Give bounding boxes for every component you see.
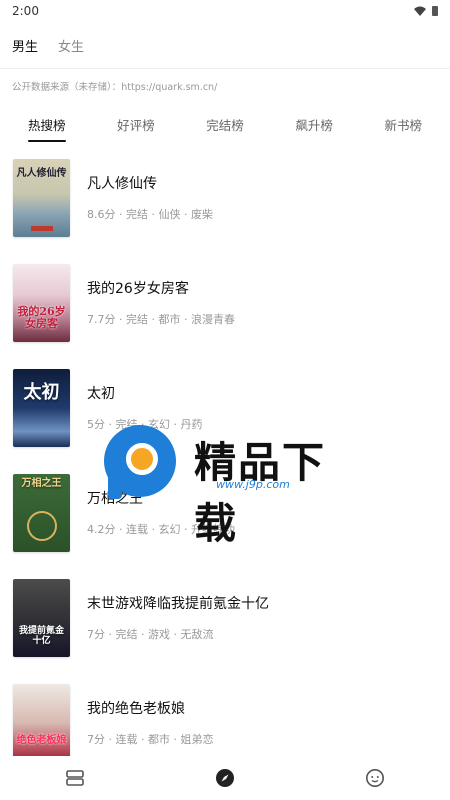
book-title: 我的绝色老板娘 xyxy=(87,701,185,717)
book-item[interactable]: 万相之王 万相之王 4.2分 · 连载 · 玄幻 · 升级练功 xyxy=(0,460,450,565)
book-list: 凡人修仙传 凡人修仙传 8.6分 · 完结 · 仙侠 · 废柴 我的26岁女房客… xyxy=(0,145,450,775)
book-title: 末世游戏降临我提前氪金十亿 xyxy=(87,596,269,612)
book-info: 凡人修仙传 8.6分 · 完结 · 仙侠 · 废柴 xyxy=(87,173,213,222)
cover-title: 凡人修仙传 xyxy=(16,167,67,179)
cover-title: 我的26岁女房客 xyxy=(17,305,66,331)
book-title: 万相之王 xyxy=(87,491,143,507)
book-item[interactable]: 我提前氪金十亿 末世游戏降临我提前氪金十亿 7分 · 完结 · 游戏 · 无敌流 xyxy=(0,565,450,670)
book-item[interactable]: 太初 太初 5分 · 完结 · 玄幻 · 丹药 xyxy=(0,355,450,460)
book-info: 我的26岁女房客 7.7分 · 完结 · 都市 · 浪漫青春 xyxy=(87,278,235,327)
cover-tag xyxy=(30,225,53,231)
battery-icon xyxy=(432,6,438,16)
wifi-icon xyxy=(414,6,426,16)
book-info: 我的绝色老板娘 7分 · 连载 · 都市 · 姐弟恋 xyxy=(87,698,213,747)
nav-discover[interactable] xyxy=(205,763,245,793)
book-cover: 我的26岁女房客 xyxy=(13,263,70,342)
book-info: 末世游戏降临我提前氪金十亿 7分 · 完结 · 游戏 · 无敌流 xyxy=(87,593,269,642)
book-title: 我的26岁女房客 xyxy=(87,281,189,297)
cover-title: 我提前氪金十亿 xyxy=(18,625,64,646)
nav-bookshelf[interactable] xyxy=(55,763,95,793)
book-meta: 8.6分 · 完结 · 仙侠 · 废柴 xyxy=(87,208,213,221)
book-cover: 万相之王 xyxy=(13,473,70,552)
book-cover: 绝色老板娘 xyxy=(13,683,70,762)
book-meta: 4.2分 · 连载 · 玄幻 · 升级练功 xyxy=(87,523,235,536)
tab-male[interactable]: 男生 xyxy=(12,36,38,55)
book-cover: 凡人修仙传 xyxy=(13,158,70,237)
tab-completed[interactable]: 完结榜 xyxy=(206,109,244,140)
cover-title: 绝色老板娘 xyxy=(16,734,67,746)
book-cover: 太初 xyxy=(13,368,70,447)
book-item[interactable]: 凡人修仙传 凡人修仙传 8.6分 · 完结 · 仙侠 · 废柴 xyxy=(0,145,450,250)
tab-top-rated[interactable]: 好评榜 xyxy=(117,109,155,140)
data-source-note: 公开数据来源（未存储）：https://quark.sm.cn/ xyxy=(12,82,218,93)
bottom-nav xyxy=(0,756,450,800)
tab-female[interactable]: 女生 xyxy=(58,36,84,55)
status-bar: 2:00 xyxy=(0,0,450,22)
smiley-icon xyxy=(366,769,384,787)
nav-profile[interactable] xyxy=(355,763,395,793)
bookshelf-icon xyxy=(66,770,84,786)
tab-hot-search[interactable]: 热搜榜 xyxy=(28,109,66,142)
tab-rising[interactable]: 飙升榜 xyxy=(295,109,333,140)
gender-tabs: 男生 女生 xyxy=(0,22,450,68)
book-item[interactable]: 我的26岁女房客 我的26岁女房客 7.7分 · 完结 · 都市 · 浪漫青春 xyxy=(0,250,450,355)
book-meta: 7分 · 连载 · 都市 · 姐弟恋 xyxy=(87,733,214,746)
cover-title: 太初 xyxy=(23,381,60,403)
cover-emblem xyxy=(26,510,57,541)
book-meta: 5分 · 完结 · 玄幻 · 丹药 xyxy=(87,418,203,431)
tab-new-books[interactable]: 新书榜 xyxy=(384,109,422,140)
book-title: 凡人修仙传 xyxy=(87,176,157,192)
book-cover: 我提前氪金十亿 xyxy=(13,578,70,657)
book-info: 万相之王 4.2分 · 连载 · 玄幻 · 升级练功 xyxy=(87,488,235,537)
book-meta: 7分 · 完结 · 游戏 · 无敌流 xyxy=(87,628,214,641)
status-time: 2:00 xyxy=(12,4,39,18)
compass-icon xyxy=(216,769,234,787)
book-title: 太初 xyxy=(87,386,115,402)
status-icons xyxy=(414,6,438,16)
ranking-tabs: 热搜榜 好评榜 完结榜 飙升榜 新书榜 xyxy=(0,103,450,145)
book-meta: 7.7分 · 完结 · 都市 · 浪漫青春 xyxy=(87,313,235,326)
cover-title: 万相之王 xyxy=(21,478,62,490)
book-info: 太初 5分 · 完结 · 玄幻 · 丹药 xyxy=(87,383,202,432)
